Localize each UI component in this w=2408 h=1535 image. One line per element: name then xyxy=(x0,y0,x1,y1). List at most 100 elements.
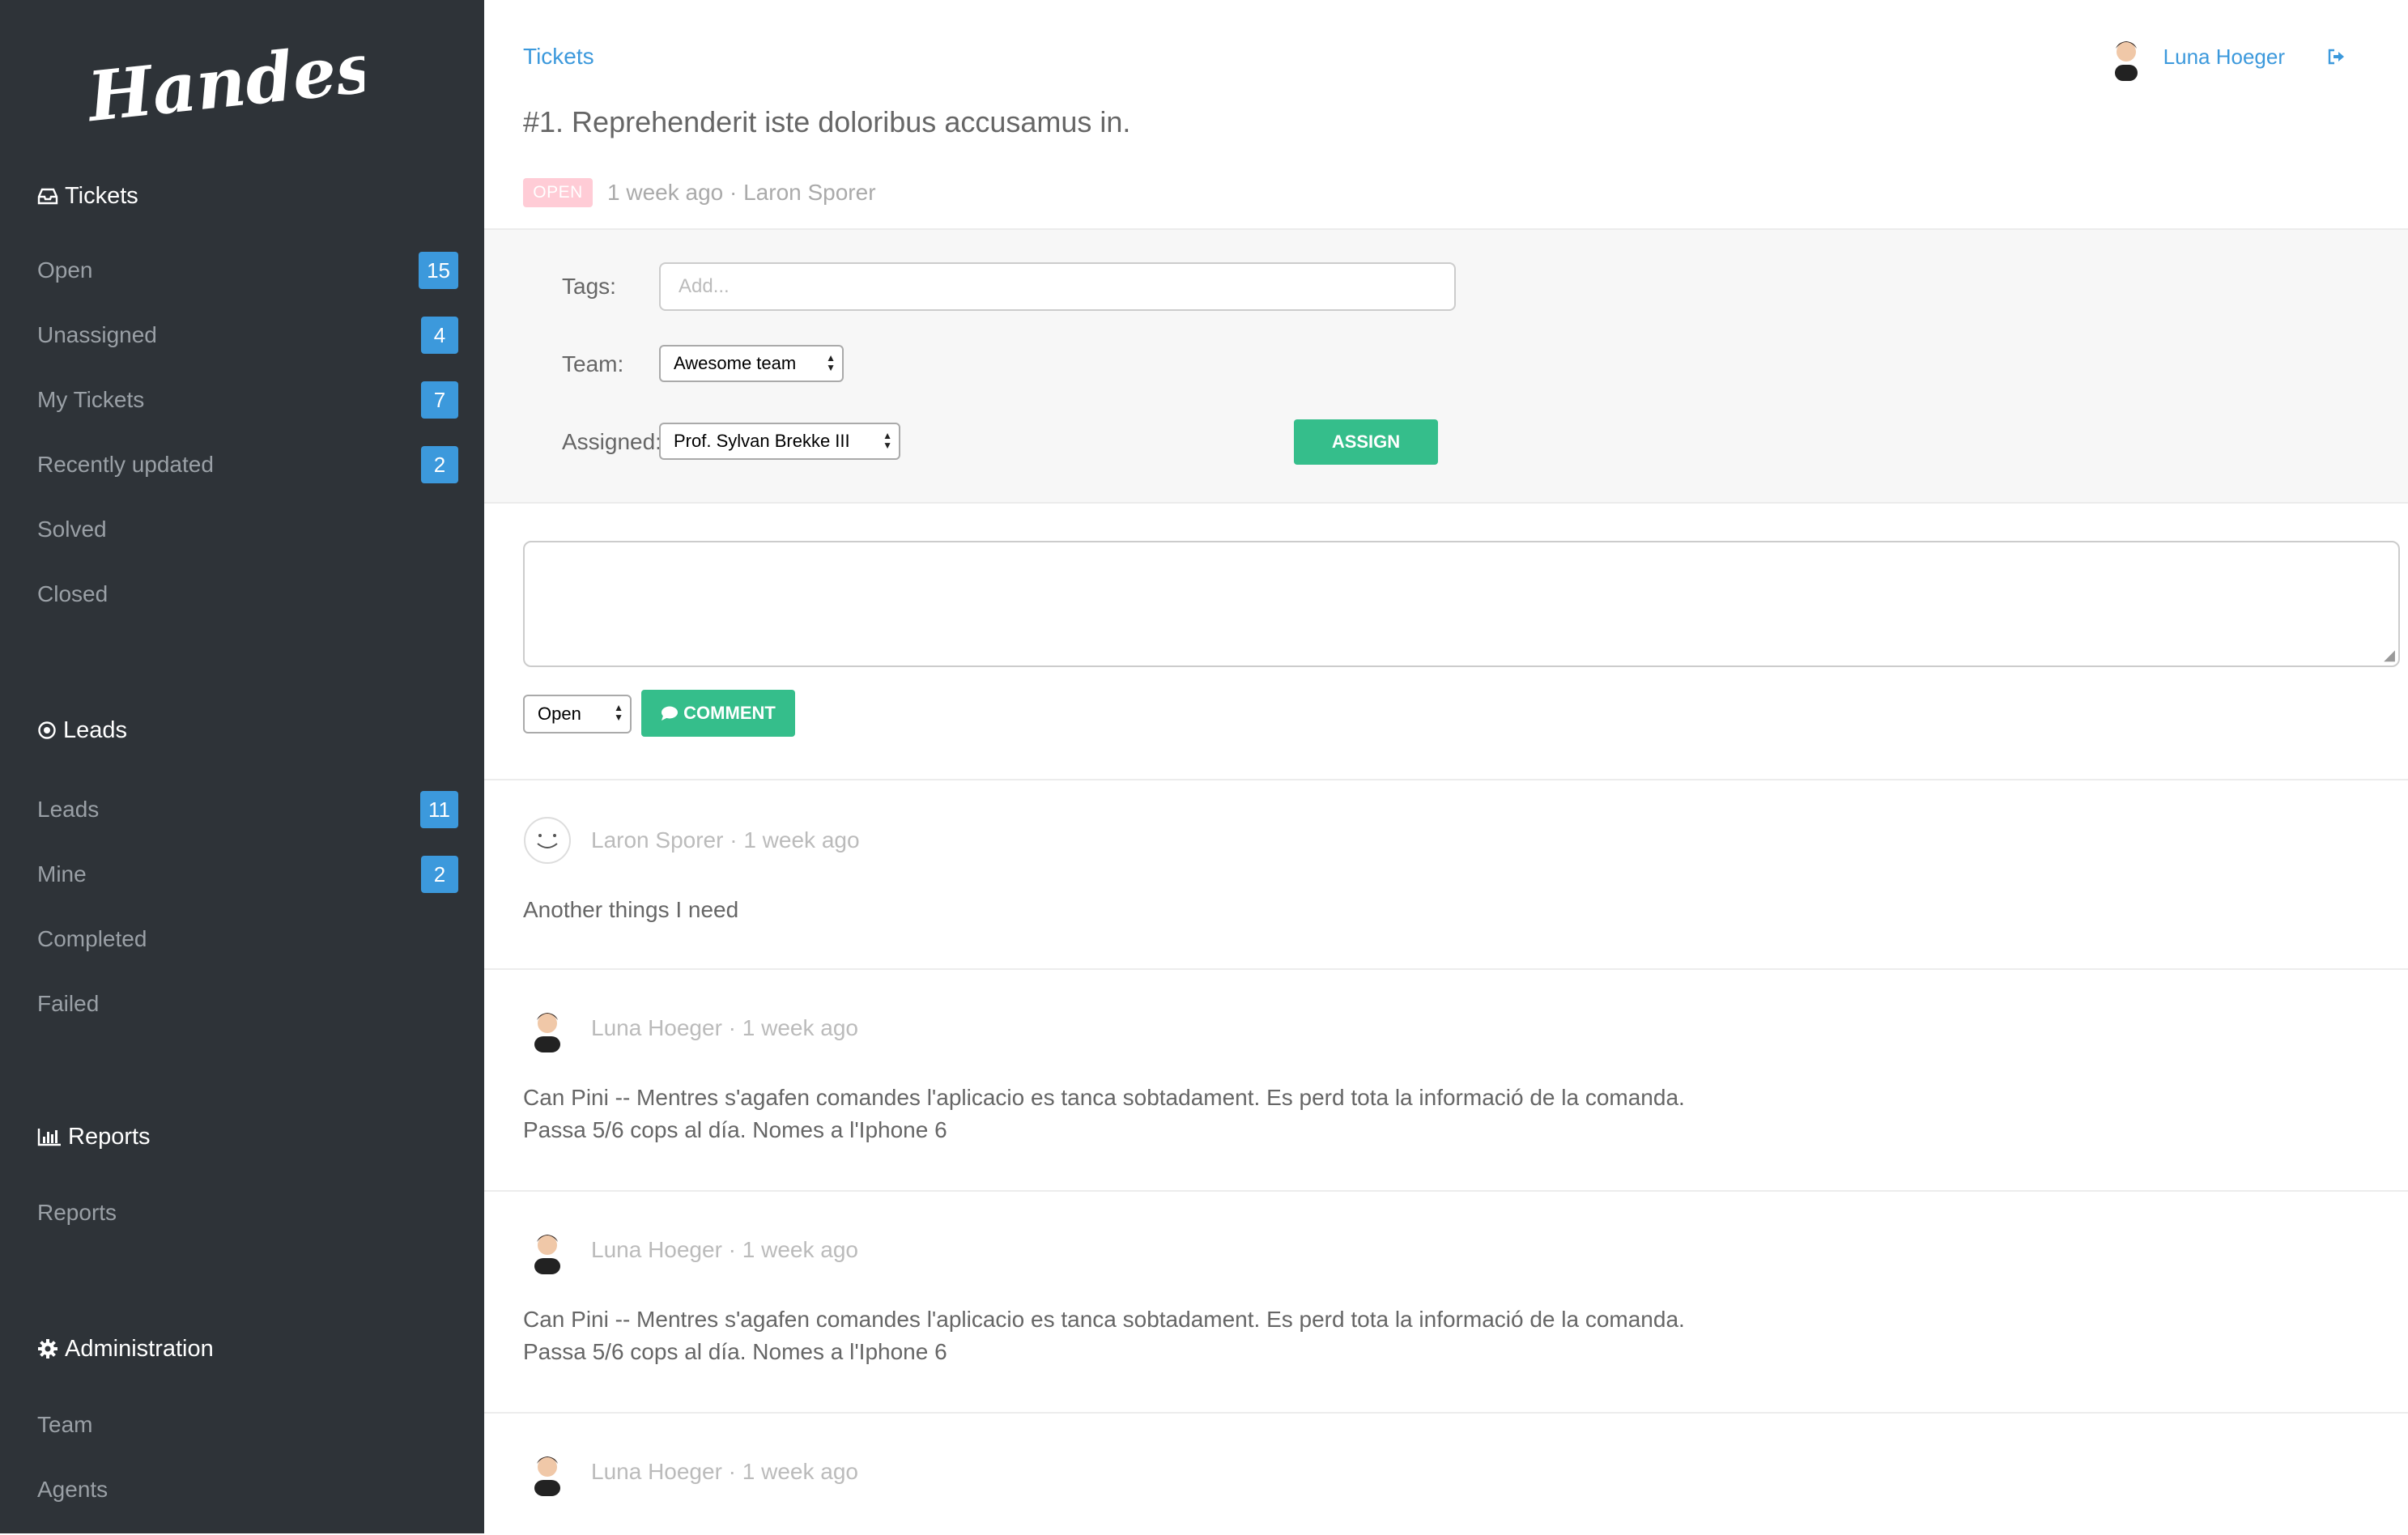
section-title: Reports xyxy=(68,1123,151,1150)
comment-line: Passa 5/6 cops al día. Nomes a l'Iphone … xyxy=(523,1339,947,1364)
user-menu: Luna Hoeger xyxy=(2104,31,2345,83)
section-reports: Reports xyxy=(37,1120,151,1153)
comment-line: Can Pini -- Mentres s'agafen comandes l'… xyxy=(523,1307,1685,1332)
comment-header: Luna Hoeger · 1 week ago xyxy=(523,1004,858,1052)
sidebar-item-leads[interactable]: Leads 11 xyxy=(37,790,458,829)
team-select-value: Awesome team xyxy=(674,353,797,373)
tags-label: Tags: xyxy=(562,274,616,299)
sidebar: Handesk Tickets Open 15 Unassigned 4 My … xyxy=(0,0,484,1533)
sign-out-icon[interactable] xyxy=(2327,49,2345,65)
sidebar-item-solved[interactable]: Solved xyxy=(37,510,458,549)
comment-body: Another things I need xyxy=(523,894,738,926)
sidebar-item-label: Open xyxy=(37,257,93,283)
bar-chart-icon xyxy=(37,1129,61,1146)
user-avatar[interactable] xyxy=(2104,32,2149,81)
comment-author: Laron Sporer · 1 week ago xyxy=(591,827,860,853)
sidebar-item-closed[interactable]: Closed xyxy=(37,575,458,614)
count-badge: 2 xyxy=(421,446,458,483)
main-content: Tickets #1. Reprehenderit iste doloribus… xyxy=(484,0,2408,1533)
user-avatar xyxy=(534,1013,560,1052)
sidebar-item-label: Solved xyxy=(37,517,107,542)
sidebar-item-failed[interactable]: Failed xyxy=(37,984,458,1023)
user-avatar xyxy=(534,1235,560,1274)
count-badge: 4 xyxy=(421,317,458,354)
comment-item: Luna Hoeger · 1 week ago Can Pini -- Men… xyxy=(484,968,2408,1193)
section-title: Tickets xyxy=(65,182,138,209)
select-arrows-icon: ▲ ▼ xyxy=(883,430,892,451)
user-name[interactable]: Luna Hoeger xyxy=(2163,45,2285,70)
comment-button-label: COMMENT xyxy=(683,703,776,723)
sidebar-item-reports[interactable]: Reports xyxy=(37,1193,458,1232)
assign-button[interactable]: ASSIGN xyxy=(1294,419,1438,465)
resize-grip-icon[interactable]: ◢ xyxy=(2384,647,2395,664)
sidebar-item-label: Reports xyxy=(37,1200,117,1225)
comment-button[interactable]: COMMENT xyxy=(641,690,795,737)
sidebar-item-mine[interactable]: Mine 2 xyxy=(37,855,458,894)
sidebar-item-completed[interactable]: Completed xyxy=(37,920,458,959)
sidebar-item-agents[interactable]: Agents xyxy=(37,1470,458,1509)
count-badge: 7 xyxy=(421,381,458,419)
comment-item: Luna Hoeger · 1 week ago xyxy=(484,1412,2408,1535)
comment-header: Laron Sporer · 1 week ago xyxy=(523,816,860,865)
tags-input[interactable] xyxy=(659,262,1456,311)
assigned-select-value: Prof. Sylvan Brekke III xyxy=(674,431,850,451)
comment-item: Luna Hoeger · 1 week ago Can Pini -- Men… xyxy=(484,1190,2408,1415)
team-select[interactable]: Awesome team ▲ ▼ xyxy=(659,345,844,382)
comment-header: Luna Hoeger · 1 week ago xyxy=(523,1448,858,1496)
sidebar-item-label: Mine xyxy=(37,861,87,887)
status-select[interactable]: Open ▲ ▼ xyxy=(523,695,632,733)
select-arrows-icon: ▲ ▼ xyxy=(614,702,623,723)
section-title: Administration xyxy=(65,1335,214,1362)
section-title: Leads xyxy=(63,716,128,743)
handesk-logo[interactable]: Handesk xyxy=(81,24,364,138)
sidebar-item-label: Closed xyxy=(37,581,108,606)
user-avatar xyxy=(534,1456,560,1496)
ticket-meta: 1 week ago · Laron Sporer xyxy=(607,180,876,205)
sidebar-item-label: Completed xyxy=(37,926,147,951)
comment-body: Can Pini -- Mentres s'agafen comandes l'… xyxy=(523,1082,1685,1146)
ticket-title: #1. Reprehenderit iste doloribus accusam… xyxy=(523,105,1131,138)
comment-item: Laron Sporer · 1 week ago Another things… xyxy=(484,779,2408,972)
sidebar-item-open[interactable]: Open 15 xyxy=(37,251,458,290)
comment-line: Passa 5/6 cops al día. Nomes a l'Iphone … xyxy=(523,1117,947,1142)
assigned-label: Assigned: xyxy=(562,429,662,454)
comment-body: Can Pini -- Mentres s'agafen comandes l'… xyxy=(523,1303,1685,1368)
assigned-select[interactable]: Prof. Sylvan Brekke III ▲ ▼ xyxy=(659,423,900,460)
comment-header: Luna Hoeger · 1 week ago xyxy=(523,1226,858,1274)
sidebar-item-label: Failed xyxy=(37,991,100,1016)
select-arrows-icon: ▲ ▼ xyxy=(826,352,836,373)
sidebar-item-team[interactable]: Team xyxy=(37,1405,458,1444)
smiley-avatar xyxy=(524,817,571,864)
ticket-properties-panel: Tags: Team: Awesome team ▲▼ Assigned: Pr… xyxy=(484,228,2408,504)
section-administration: Administration xyxy=(37,1333,214,1365)
count-badge: 11 xyxy=(420,791,458,828)
team-label: Team: xyxy=(562,351,624,376)
sidebar-item-label: My Tickets xyxy=(37,387,145,412)
sidebar-item-my-tickets[interactable]: My Tickets 7 xyxy=(37,381,458,419)
status-badge: OPEN xyxy=(523,178,593,207)
sidebar-item-label: Unassigned xyxy=(37,322,157,347)
section-leads: Leads xyxy=(37,714,127,746)
inbox-icon xyxy=(37,188,58,205)
sidebar-item-label: Agents xyxy=(37,1477,108,1502)
sidebar-item-label: Team xyxy=(37,1412,93,1437)
comment-textarea[interactable]: ◢ xyxy=(523,541,2400,667)
status-select-value: Open xyxy=(538,704,581,724)
comment-line: Another things I need xyxy=(523,897,739,922)
comment-author: Luna Hoeger · 1 week ago xyxy=(591,1015,858,1040)
sidebar-item-label: Leads xyxy=(37,797,100,822)
sidebar-item-recently-updated[interactable]: Recently updated 2 xyxy=(37,445,458,484)
gear-icon xyxy=(38,1339,57,1359)
section-tickets: Tickets xyxy=(37,180,138,212)
breadcrumb-tickets[interactable]: Tickets xyxy=(523,44,594,70)
comment-author: Luna Hoeger · 1 week ago xyxy=(591,1237,858,1262)
comment-author: Luna Hoeger · 1 week ago xyxy=(591,1459,858,1484)
count-badge: 2 xyxy=(421,856,458,893)
sidebar-item-label: Recently updated xyxy=(37,452,214,477)
logo-text: Handesk xyxy=(83,24,364,137)
sidebar-item-unassigned[interactable]: Unassigned 4 xyxy=(37,316,458,355)
target-icon xyxy=(38,721,56,739)
count-badge: 15 xyxy=(419,252,458,289)
comment-icon xyxy=(662,706,679,721)
comment-line: Can Pini -- Mentres s'agafen comandes l'… xyxy=(523,1085,1685,1110)
